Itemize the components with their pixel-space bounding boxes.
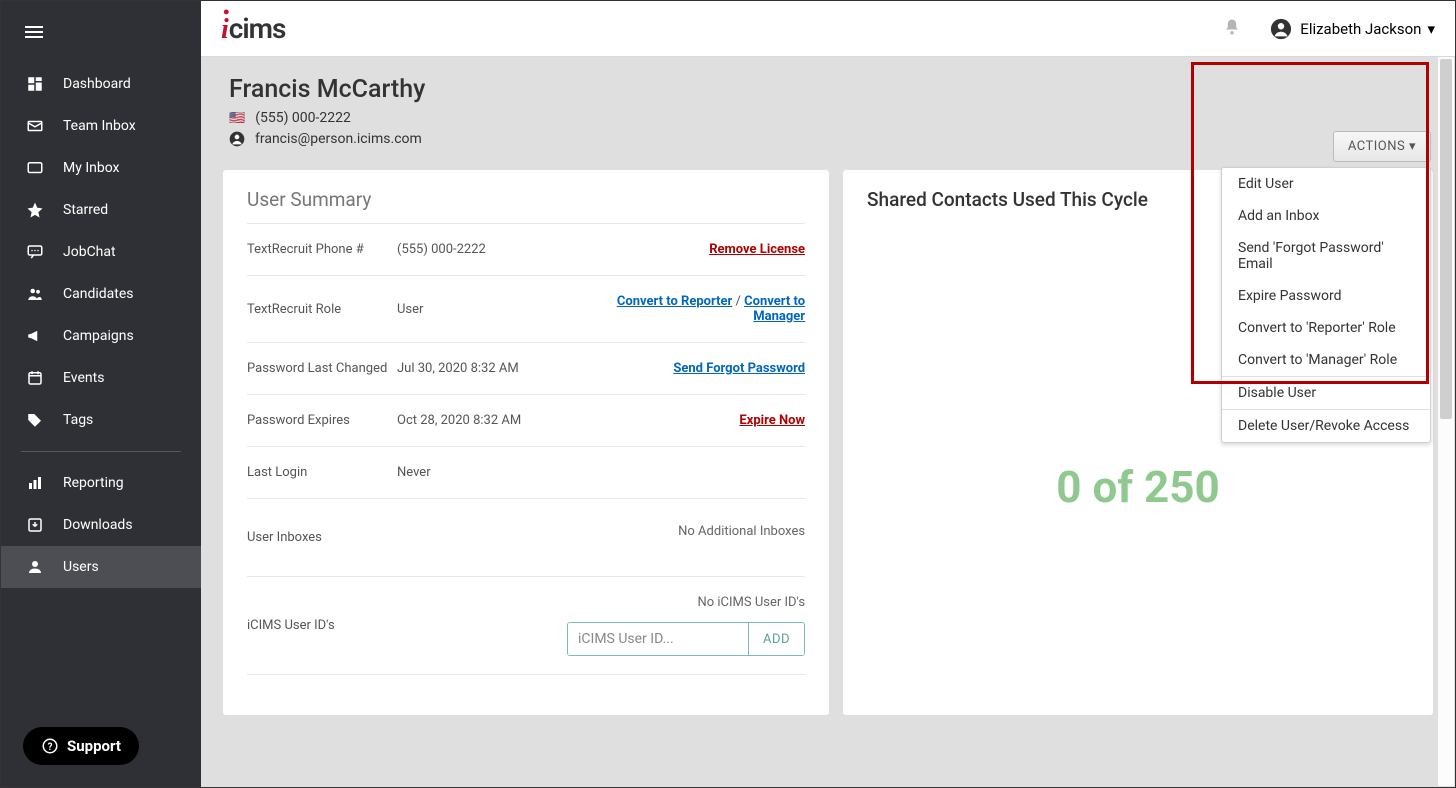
nav-campaigns[interactable]: Campaigns [1,315,201,357]
nav-dashboard[interactable]: Dashboard [1,63,201,105]
user-name-label: Elizabeth Jackson [1300,20,1421,38]
action-convert-reporter[interactable]: Convert to 'Reporter' Role [1222,312,1430,344]
row-label: Password Expires [247,413,397,428]
support-label: Support [67,737,121,755]
scrollbar[interactable] [1438,57,1454,786]
chat-icon [25,242,45,262]
hamburger-icon [25,23,43,41]
nav-label: Reporting [63,475,124,491]
bell-icon[interactable] [1222,17,1242,41]
nav-starred[interactable]: Starred [1,189,201,231]
nav-divider [21,451,181,452]
nav-team-inbox[interactable]: Team Inbox [1,105,201,147]
my-inbox-icon [25,158,45,178]
no-additional-inboxes: No Additional Inboxes [678,524,805,539]
nav-downloads[interactable]: Downloads [1,504,201,546]
caret-down-icon: ▾ [1409,139,1416,154]
campaigns-icon [25,326,45,346]
logo: icims [221,12,285,46]
no-icims-ids: No iCIMS User ID's [697,595,805,610]
nav-label: Users [63,559,99,575]
hamburger-menu[interactable] [1,1,201,63]
actions-menu: Edit User Add an Inbox Send 'Forgot Pass… [1221,167,1431,443]
users-icon [25,557,45,577]
content: Francis McCarthy 🇺🇸 (555) 000-2222 franc… [201,57,1455,787]
help-icon: ? [41,737,59,755]
nav-candidates[interactable]: Candidates [1,273,201,315]
nav-label: JobChat [63,244,116,260]
send-forgot-password-link[interactable]: Send Forgot Password [673,361,805,376]
nav-label: Team Inbox [63,118,136,134]
card-title: User Summary [247,188,805,211]
action-disable-user[interactable]: Disable User [1222,377,1430,409]
convert-reporter-link[interactable]: Convert to Reporter [617,294,732,309]
dashboard-icon [25,74,45,94]
person-icon [229,131,245,147]
row-label: Password Last Changed [247,361,397,376]
remove-license-link[interactable]: Remove License [709,242,805,257]
action-add-inbox[interactable]: Add an Inbox [1222,200,1430,232]
support-button[interactable]: ? Support [23,727,139,765]
action-expire-password[interactable]: Expire Password [1222,280,1430,312]
nav-reporting[interactable]: Reporting [1,462,201,504]
sidebar: Dashboard Team Inbox My Inbox Starred Jo… [1,1,201,787]
row-label: iCIMS User ID's [247,618,397,633]
row-label: Last Login [247,465,397,480]
nav-tags[interactable]: Tags [1,399,201,441]
row-value: (555) 000-2222 [397,242,567,257]
team-inbox-icon [25,116,45,136]
avatar-icon [1270,18,1292,40]
events-icon [25,368,45,388]
tags-icon [25,410,45,430]
row-label: TextRecruit Phone # [247,242,397,257]
nav-users[interactable]: Users [1,546,201,588]
shared-contacts-count: 0 of 250 [867,461,1409,513]
caret-down-icon: ▾ [1427,20,1435,38]
candidates-icon [25,284,45,304]
icims-user-id-input[interactable] [568,623,748,655]
nav-jobchat[interactable]: JobChat [1,231,201,273]
expire-now-link[interactable]: Expire Now [739,413,805,428]
nav-label: Events [63,370,104,386]
svg-text:?: ? [48,742,53,753]
user-phone: (555) 000-2222 [255,110,351,126]
actions-button[interactable]: ACTIONS ▾ [1333,131,1431,162]
nav-label: Tags [63,412,93,428]
page-title: Francis McCarthy [229,75,1427,104]
us-flag-icon: 🇺🇸 [229,111,245,126]
row-label: TextRecruit Role [247,302,397,317]
row-label: User Inboxes [247,530,397,545]
nav-events[interactable]: Events [1,357,201,399]
topbar: icims Elizabeth Jackson ▾ [201,1,1455,57]
nav-label: My Inbox [63,160,120,176]
action-convert-manager[interactable]: Convert to 'Manager' Role [1222,344,1430,376]
scrollbar-thumb[interactable] [1440,59,1452,419]
nav-label: Candidates [63,286,134,302]
row-value: Never [397,465,567,480]
nav-label: Downloads [63,517,133,533]
nav-label: Dashboard [63,76,131,92]
nav-label: Starred [63,202,108,218]
row-value: User [397,302,567,317]
user-email-line: francis@person.icims.com [229,131,1427,147]
action-edit-user[interactable]: Edit User [1222,168,1430,200]
reporting-icon [25,473,45,493]
nav-my-inbox[interactable]: My Inbox [1,147,201,189]
nav-label: Campaigns [63,328,134,344]
star-icon [25,200,45,220]
user-email: francis@person.icims.com [255,131,422,147]
row-value: Jul 30, 2020 8:32 AM [397,361,567,376]
row-value: Oct 28, 2020 8:32 AM [397,413,567,428]
user-menu[interactable]: Elizabeth Jackson ▾ [1270,18,1435,40]
action-delete-user[interactable]: Delete User/Revoke Access [1222,410,1430,442]
user-summary-card: User Summary TextRecruit Phone # (555) 0… [223,170,829,715]
downloads-icon [25,515,45,535]
user-phone-line: 🇺🇸 (555) 000-2222 [229,110,1427,126]
action-forgot-password[interactable]: Send 'Forgot Password' Email [1222,232,1430,280]
add-id-button[interactable]: ADD [748,623,804,655]
convert-manager-link[interactable]: Convert to Manager [744,294,805,324]
